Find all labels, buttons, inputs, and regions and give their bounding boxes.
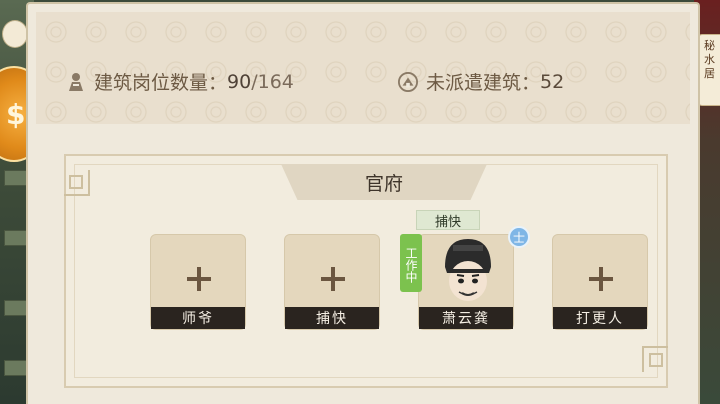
post-count-total: /164 <box>251 70 294 93</box>
slot-assigned-officer[interactable]: 萧云龚 <box>418 234 514 330</box>
building-icon <box>398 71 418 93</box>
unassigned-stat: 未派遣建筑： 52 <box>398 68 564 95</box>
panel-header: 建筑岗位数量： 90/164 未派遣建筑： 52 <box>36 12 690 124</box>
corner-ornament <box>642 346 668 372</box>
officer-portrait <box>445 239 491 301</box>
building-frame: 官府 师爷 捕快 萧云龚 打更人 捕快 工作中 士 <box>64 154 668 388</box>
slot-label: 捕快 <box>285 307 379 329</box>
slot-label: 师爷 <box>151 307 245 329</box>
slot-label: 打更人 <box>553 307 647 329</box>
scene-tile <box>4 360 28 376</box>
post-count-label: 建筑岗位数量： <box>94 72 228 94</box>
plus-icon <box>187 267 211 291</box>
unassigned-value: 52 <box>540 70 565 93</box>
plus-icon <box>321 267 345 291</box>
side-location-badge[interactable]: 秘水居 <box>698 34 720 106</box>
coin-symbol: $ <box>6 98 26 131</box>
scene-tile <box>4 230 28 246</box>
building-title: 官府 <box>281 164 487 200</box>
moon-icon[interactable] <box>2 20 28 48</box>
unassigned-label: 未派遣建筑： <box>426 72 541 94</box>
slot-label: 萧云龚 <box>419 307 513 329</box>
slot-dagengren[interactable]: 打更人 <box>552 234 648 330</box>
post-count-value: 90/164 <box>227 71 294 93</box>
officer-role-tag: 捕快 <box>416 210 480 230</box>
slot-shiye[interactable]: 师爷 <box>150 234 246 330</box>
corner-ornament <box>64 170 90 196</box>
building-assignment-panel: 建筑岗位数量： 90/164 未派遣建筑： 52 官府 师爷 捕快 萧云龚 打更… <box>26 2 700 404</box>
scene-tile <box>4 300 28 316</box>
person-icon <box>66 71 86 93</box>
plus-icon <box>589 267 613 291</box>
post-count-current: 90 <box>227 70 252 93</box>
post-count-stat: 建筑岗位数量： 90/164 <box>66 68 294 95</box>
scene-tile <box>4 170 28 186</box>
working-status-tag: 工作中 <box>400 234 422 292</box>
rank-badge: 士 <box>508 226 530 248</box>
slot-bukuai[interactable]: 捕快 <box>284 234 380 330</box>
